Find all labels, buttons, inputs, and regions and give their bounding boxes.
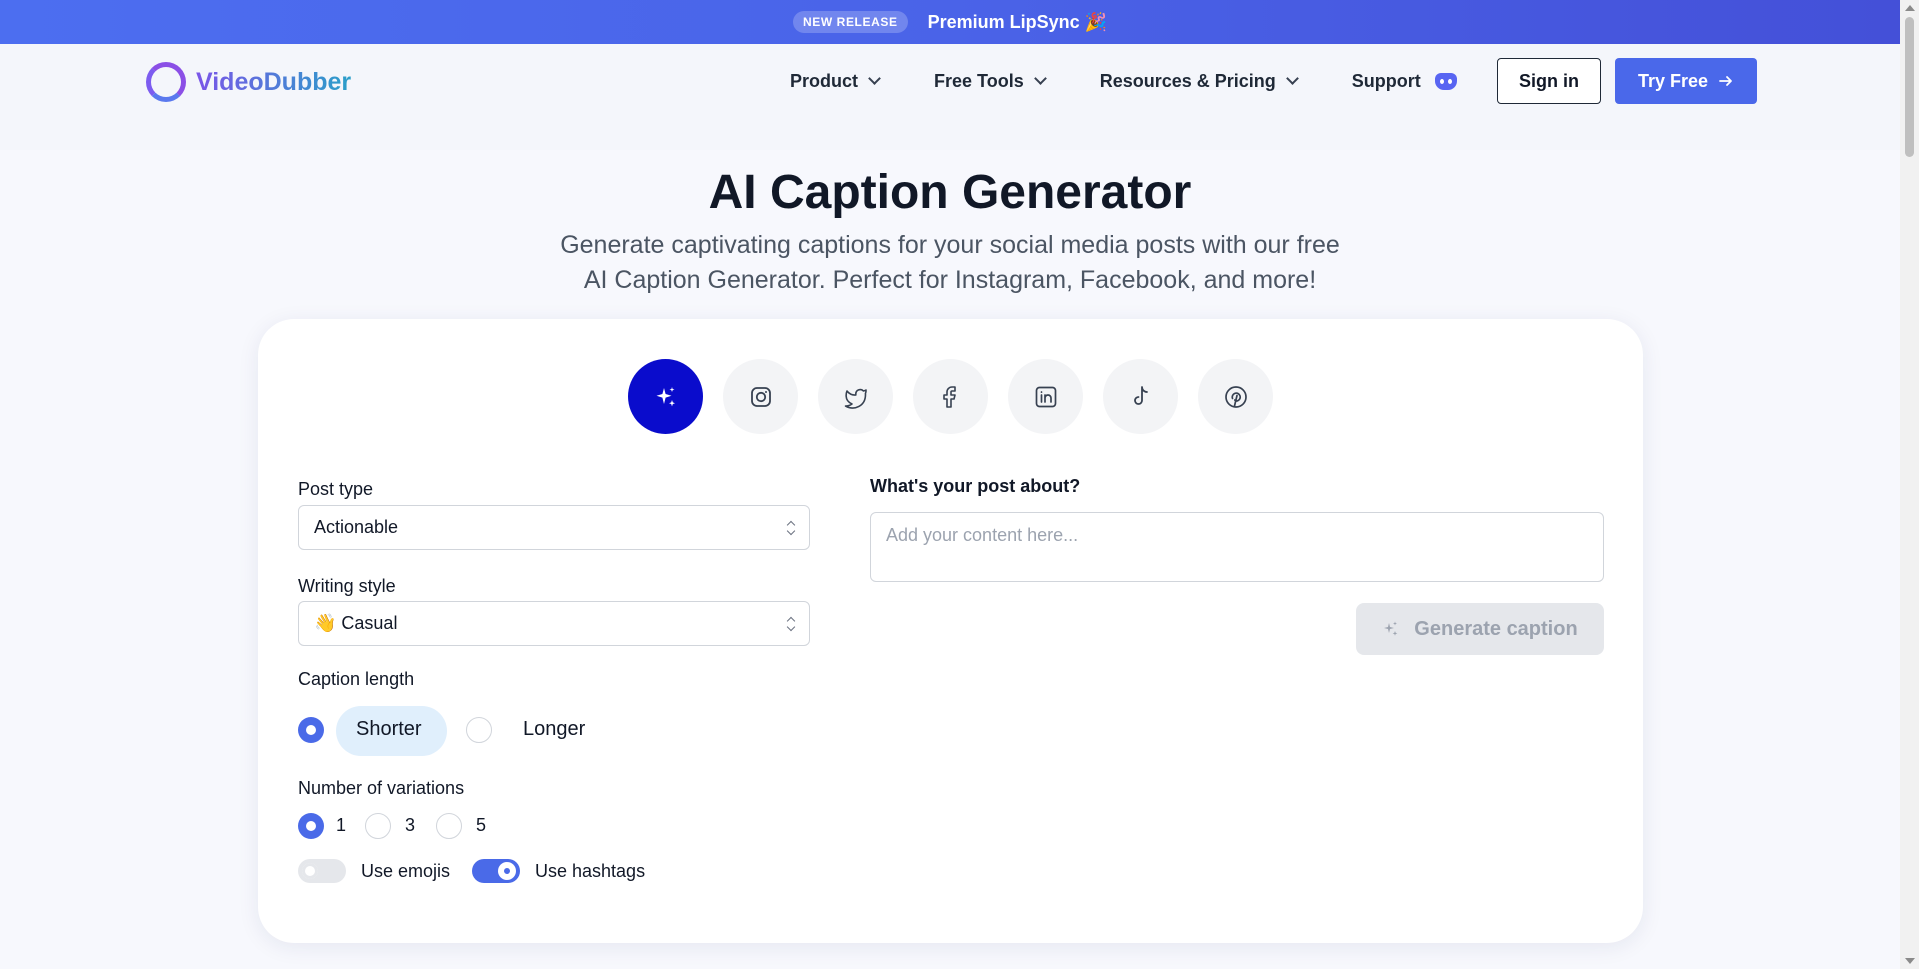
variations-3-label[interactable]: 3 xyxy=(405,815,415,836)
scroll-thumb[interactable] xyxy=(1905,17,1914,157)
platform-general[interactable] xyxy=(628,359,703,434)
nav-support[interactable]: Support xyxy=(1352,71,1457,92)
new-release-badge: NEW RELEASE xyxy=(792,11,908,33)
writing-style-value: 👋 Casual xyxy=(314,613,398,633)
nav-product[interactable]: Product xyxy=(790,70,881,92)
use-emojis-toggle[interactable] xyxy=(298,859,346,883)
post-type-select[interactable]: Actionable xyxy=(298,505,810,550)
variations-3-radio[interactable] xyxy=(365,813,391,839)
main-nav: Product Free Tools Resources & Pricing S… xyxy=(790,58,1487,104)
select-updown-icon xyxy=(787,616,795,632)
nav-free-tools-label: Free Tools xyxy=(934,70,1024,91)
logo[interactable]: VideoDubber xyxy=(146,62,351,102)
generate-caption-button[interactable]: Generate caption xyxy=(1356,603,1604,655)
writing-style-select[interactable]: 👋 Casual xyxy=(298,601,810,646)
linkedin-icon xyxy=(1035,386,1056,407)
platform-twitter[interactable] xyxy=(818,359,893,434)
chevron-down-icon xyxy=(868,72,881,85)
variations-5-label[interactable]: 5 xyxy=(476,815,486,836)
announcement-bar[interactable]: NEW RELEASE Premium LipSync 🎉 xyxy=(0,0,1900,44)
variations-1-radio[interactable] xyxy=(298,813,324,839)
platform-tiktok[interactable] xyxy=(1103,359,1178,434)
post-about-label: What's your post about? xyxy=(870,476,1081,496)
select-updown-icon xyxy=(787,520,795,536)
platform-instagram[interactable] xyxy=(723,359,798,434)
length-shorter-label[interactable]: Shorter xyxy=(356,718,422,741)
nav-free-tools[interactable]: Free Tools xyxy=(934,70,1047,92)
announcement-message[interactable]: Premium LipSync 🎉 xyxy=(928,12,1107,33)
platform-linkedin[interactable] xyxy=(1008,359,1083,434)
subtitle-line-2: AI Caption Generator. Perfect for Instag… xyxy=(583,266,1317,294)
try-free-label: Try Free xyxy=(1637,70,1709,91)
scroll-up-icon[interactable] xyxy=(1905,5,1915,11)
page-title: AI Caption Generator xyxy=(708,166,1192,219)
use-emojis-label[interactable]: Use emojis xyxy=(361,861,450,882)
page-scrollbar[interactable] xyxy=(1900,0,1919,969)
nav-support-label: Support xyxy=(1351,70,1421,91)
variations-1-label[interactable]: 1 xyxy=(336,815,346,836)
post-content-input[interactable] xyxy=(870,512,1604,582)
nav-resources-pricing[interactable]: Resources & Pricing xyxy=(1099,70,1299,92)
discord-icon xyxy=(1434,72,1457,90)
variations-5-radio[interactable] xyxy=(436,813,462,839)
chevron-down-icon xyxy=(1285,72,1299,85)
caption-length-label: Caption length xyxy=(298,669,415,689)
nav-product-label: Product xyxy=(790,70,859,91)
length-longer-label[interactable]: Longer xyxy=(523,718,585,741)
twitter-icon xyxy=(844,388,867,409)
platform-pinterest[interactable] xyxy=(1198,359,1273,434)
tiktok-icon xyxy=(1133,385,1148,405)
nav-resources-label: Resources & Pricing xyxy=(1099,70,1276,91)
sign-in-button[interactable]: Sign in xyxy=(1497,58,1601,104)
post-type-label: Post type xyxy=(298,479,374,499)
post-type-value: Actionable xyxy=(314,517,399,537)
chevron-down-icon xyxy=(1033,72,1047,85)
logo-text: VideoDubber xyxy=(196,67,352,96)
logo-ring-icon xyxy=(146,62,186,102)
platform-facebook[interactable] xyxy=(913,359,988,434)
page-subtitle: Generate captivating captions for your s… xyxy=(500,228,1400,298)
sparkles-icon xyxy=(656,386,675,406)
generate-caption-label: Generate caption xyxy=(1414,617,1578,640)
length-shorter-radio[interactable] xyxy=(298,717,324,743)
platform-selector xyxy=(628,359,1273,434)
facebook-icon xyxy=(942,385,956,408)
try-free-button[interactable]: Try Free xyxy=(1615,58,1757,104)
pinterest-icon xyxy=(1224,385,1247,408)
arrow-right-icon xyxy=(1719,76,1732,86)
variations-label: Number of variations xyxy=(298,778,465,798)
subtitle-line-1: Generate captivating captions for your s… xyxy=(560,231,1340,259)
use-hashtags-label[interactable]: Use hashtags xyxy=(535,861,645,882)
length-longer-radio[interactable] xyxy=(466,717,492,743)
writing-style-label: Writing style xyxy=(298,576,396,596)
use-hashtags-toggle[interactable] xyxy=(472,859,520,883)
sparkles-icon xyxy=(1384,621,1398,636)
scroll-down-icon[interactable] xyxy=(1905,958,1915,964)
instagram-icon xyxy=(750,386,771,407)
